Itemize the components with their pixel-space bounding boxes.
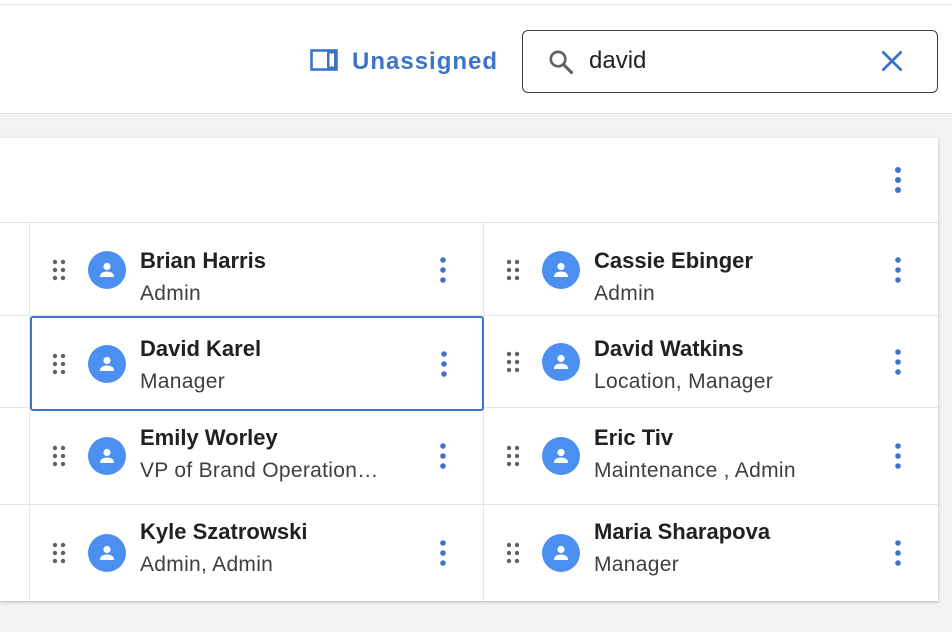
more-vert-icon[interactable] bbox=[434, 350, 454, 383]
more-vert-icon[interactable] bbox=[433, 539, 453, 572]
drag-handle-icon[interactable] bbox=[506, 351, 520, 378]
person-name: Maria Sharapova bbox=[594, 519, 771, 544]
person-name: Emily Worley bbox=[140, 425, 278, 450]
more-vert-icon[interactable] bbox=[886, 165, 910, 200]
person-role: Admin bbox=[594, 282, 656, 305]
person-card-selected[interactable]: David Karel Manager bbox=[30, 316, 484, 411]
person-role: Admin bbox=[140, 282, 202, 305]
person-role: Maintenance , Admin bbox=[594, 459, 796, 482]
person-card[interactable]: Brian Harris Admin bbox=[30, 224, 483, 315]
person-name: Brian Harris bbox=[140, 248, 266, 273]
unassigned-button[interactable]: Unassigned bbox=[310, 46, 498, 78]
drag-handle-icon[interactable] bbox=[52, 353, 66, 380]
avatar-person-icon bbox=[88, 344, 126, 383]
drag-handle-icon[interactable] bbox=[506, 259, 520, 286]
drag-handle-icon[interactable] bbox=[506, 445, 520, 472]
avatar-person-icon bbox=[542, 437, 580, 475]
more-vert-icon[interactable] bbox=[433, 442, 453, 475]
person-card[interactable]: Emily Worley VP of Brand Operation… bbox=[30, 408, 483, 504]
avatar-person-icon bbox=[88, 534, 126, 572]
more-vert-icon[interactable] bbox=[888, 256, 908, 289]
person-card[interactable]: David Watkins Location, Manager bbox=[484, 316, 938, 407]
search-icon bbox=[547, 48, 575, 81]
person-name: David Karel bbox=[140, 336, 262, 361]
drag-handle-icon[interactable] bbox=[506, 542, 520, 569]
people-card: Brian Harris Admin Cassie Ebinger Admin Davi… bbox=[0, 138, 938, 601]
more-vert-icon[interactable] bbox=[888, 348, 908, 381]
avatar-person-icon bbox=[88, 250, 126, 289]
close-icon[interactable] bbox=[879, 48, 905, 79]
avatar-person-icon bbox=[542, 534, 580, 572]
drag-handle-icon[interactable] bbox=[52, 542, 66, 569]
person-card[interactable]: Cassie Ebinger Admin bbox=[484, 224, 938, 315]
avatar-person-icon bbox=[542, 250, 580, 289]
person-name: Eric Tiv bbox=[594, 425, 674, 450]
panel-icon bbox=[310, 48, 338, 76]
drag-handle-icon[interactable] bbox=[52, 259, 66, 286]
divider bbox=[0, 4, 952, 5]
card-header bbox=[0, 138, 938, 223]
drag-handle-icon[interactable] bbox=[52, 445, 66, 472]
person-card[interactable]: Maria Sharapova Manager bbox=[484, 505, 938, 601]
avatar-person-icon bbox=[88, 437, 126, 475]
search-box bbox=[522, 30, 938, 93]
top-bar: Unassigned bbox=[0, 0, 952, 114]
search-input[interactable] bbox=[589, 41, 859, 81]
person-name: Kyle Szatrowski bbox=[140, 519, 308, 544]
person-role: Admin, Admin bbox=[140, 553, 274, 576]
more-vert-icon[interactable] bbox=[433, 256, 453, 289]
more-vert-icon[interactable] bbox=[888, 539, 908, 572]
avatar-person-icon bbox=[542, 342, 580, 381]
person-role: VP of Brand Operation… bbox=[140, 459, 379, 482]
unassigned-label: Unassigned bbox=[352, 48, 499, 75]
person-role: Manager bbox=[594, 553, 679, 576]
person-role: Location, Manager bbox=[594, 370, 774, 393]
person-name: David Watkins bbox=[594, 336, 744, 361]
person-role: Manager bbox=[140, 370, 225, 393]
more-vert-icon[interactable] bbox=[888, 442, 908, 475]
person-name: Cassie Ebinger bbox=[594, 248, 753, 273]
person-card[interactable]: Eric Tiv Maintenance , Admin bbox=[484, 408, 938, 504]
person-card[interactable]: Kyle Szatrowski Admin, Admin bbox=[30, 505, 483, 601]
